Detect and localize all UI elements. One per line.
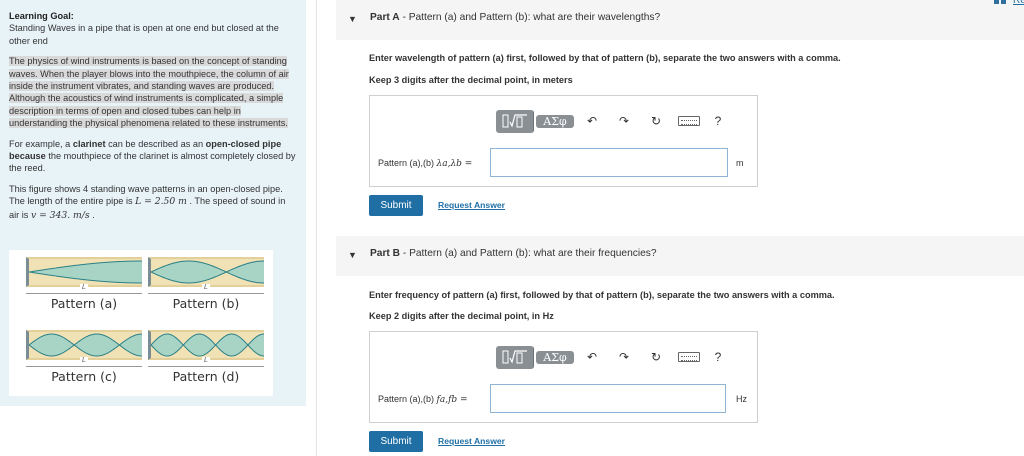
- reset-icon[interactable]: ↻: [642, 114, 670, 128]
- redo-icon[interactable]: ↷: [610, 114, 638, 128]
- wave-c-icon: [29, 333, 142, 357]
- part-a-request-answer-link[interactable]: Request Answer: [438, 200, 505, 210]
- intro-paragraph: The physics of wind instruments is based…: [9, 55, 296, 129]
- part-a-eq-label: Pattern (a),(b) λa,λb =: [378, 158, 472, 169]
- pattern-b: L Pattern (b): [148, 257, 264, 311]
- toolbar-group: [496, 345, 534, 369]
- help-icon[interactable]: ?: [704, 114, 732, 128]
- math-toolbar: ΑΣφ ↶ ↷ ↻ ?: [496, 109, 732, 133]
- panel-divider: [316, 0, 317, 456]
- clarinet-text-c: the mouthpiece of the clarinet is almost…: [9, 151, 296, 174]
- part-a-header[interactable]: ▼ Part A - Pattern (a) and Pattern (b): …: [336, 0, 1024, 40]
- corner-text[interactable]: Re: [1013, 0, 1024, 6]
- corner-link[interactable]: Re: [994, 0, 1024, 8]
- keyboard-icon[interactable]: [678, 116, 700, 126]
- part-b-answer-input[interactable]: [490, 384, 726, 413]
- part-b-question: - Pattern (a) and Pattern (b): what are …: [400, 248, 657, 259]
- part-a-answer-input[interactable]: [490, 148, 728, 177]
- radical-fraction-icon: [502, 350, 527, 364]
- clarinet-paragraph: For example, a clarinet can be described…: [9, 138, 296, 175]
- length-arrow: L: [148, 357, 264, 370]
- math-toolbar: ΑΣφ ↶ ↷ ↻ ?: [496, 345, 732, 369]
- corner-square-icon: [994, 0, 999, 4]
- pattern-c-label: Pattern (c): [51, 369, 117, 384]
- part-b-header[interactable]: ▼ Part B - Pattern (a) and Pattern (b): …: [336, 236, 1024, 276]
- length-arrow: L: [26, 284, 142, 297]
- part-b-eq-label: Pattern (a),(b) fa,fb =: [378, 394, 468, 405]
- sound-speed: v = 343. m/s: [30, 209, 90, 221]
- pipe-d: [148, 330, 264, 360]
- part-a-precision: Keep 3 digits after the decimal point, i…: [369, 75, 573, 85]
- undo-icon[interactable]: ↶: [578, 350, 606, 364]
- figure-text-c: .: [89, 209, 95, 220]
- help-icon[interactable]: ?: [704, 350, 732, 364]
- part-b-precision: Keep 2 digits after the decimal point, i…: [369, 311, 554, 321]
- wave-d-icon: [151, 333, 264, 357]
- pipe-a: [26, 257, 142, 287]
- learning-goal-text: Standing Waves in a pipe that is open at…: [9, 23, 279, 46]
- part-b-submit-button[interactable]: Submit: [369, 431, 423, 452]
- part-a-answer-box: ΑΣφ ↶ ↷ ↻ ? Pattern (a),(b) λa,λb = m: [369, 95, 758, 187]
- part-a-question: - Pattern (a) and Pattern (b): what are …: [399, 12, 661, 23]
- templates-button[interactable]: [496, 345, 534, 369]
- corner-square-icon: [1001, 0, 1006, 4]
- length-symbol: L: [80, 284, 88, 291]
- length-arrow: L: [26, 357, 142, 370]
- wave-b-icon: [151, 260, 264, 284]
- templates-button[interactable]: [496, 109, 534, 133]
- part-a-prefix: Part A: [370, 12, 400, 23]
- part-a-eq-vars: λa,λb =: [436, 159, 473, 169]
- part-a-eq-text: Pattern (a),(b): [378, 158, 435, 168]
- clarinet-text-a: For example, a: [9, 138, 73, 149]
- keyboard-icon[interactable]: [678, 352, 700, 362]
- part-a-submit-button[interactable]: Submit: [369, 195, 423, 216]
- part-b-prefix: Part B: [370, 248, 401, 259]
- part-b-instruction: Enter frequency of pattern (a) first, fo…: [369, 290, 835, 300]
- symbols-button[interactable]: ΑΣφ: [536, 114, 574, 128]
- pattern-b-label: Pattern (b): [172, 296, 240, 311]
- length-arrow: L: [148, 284, 264, 297]
- part-a-title: Part A - Pattern (a) and Pattern (b): wh…: [370, 12, 660, 23]
- intro-text: The physics of wind instruments is based…: [9, 56, 289, 129]
- pattern-c: L Pattern (c): [26, 330, 142, 384]
- collapse-triangle-icon[interactable]: ▼: [348, 250, 357, 260]
- pattern-d: L Pattern (d): [148, 330, 264, 384]
- pipe-c: [26, 330, 142, 360]
- part-b-unit: Hz: [736, 394, 747, 404]
- radical-fraction-icon: [502, 114, 527, 128]
- collapse-triangle-icon[interactable]: ▼: [348, 14, 357, 24]
- part-b-eq-text: Pattern (a),(b): [378, 394, 435, 404]
- pattern-a: L Pattern (a): [26, 257, 142, 311]
- redo-icon[interactable]: ↷: [610, 350, 638, 364]
- length-symbol: L: [202, 284, 210, 291]
- part-b-request-answer-link[interactable]: Request Answer: [438, 436, 505, 446]
- clarinet-word: clarinet: [72, 138, 106, 149]
- clarinet-text-b: can be described as an: [105, 138, 206, 149]
- part-b-answer-box: ΑΣφ ↶ ↷ ↻ ? Pattern (a),(b) fa,fb = Hz: [369, 331, 758, 423]
- standing-waves-figure: L Pattern (a) L Pattern (b) L Pattern (c…: [9, 250, 273, 396]
- part-a-instruction: Enter wavelength of pattern (a) first, f…: [369, 53, 841, 63]
- length-symbol: L: [80, 357, 88, 364]
- toolbar-group: [496, 109, 534, 133]
- reset-icon[interactable]: ↻: [642, 350, 670, 364]
- learning-goal-title: Learning Goal:: [9, 11, 74, 21]
- pattern-a-label: Pattern (a): [50, 296, 118, 311]
- figure-description: This figure shows 4 standing wave patter…: [9, 183, 296, 222]
- length-symbol: L: [202, 357, 210, 364]
- part-b-eq-vars: fa,fb =: [436, 395, 468, 405]
- pipe-length: L = 2.50 m: [135, 196, 187, 208]
- undo-icon[interactable]: ↶: [578, 114, 606, 128]
- pattern-d-label: Pattern (d): [172, 369, 240, 384]
- part-b-title: Part B - Pattern (a) and Pattern (b): wh…: [370, 248, 657, 259]
- pipe-b: [148, 257, 264, 287]
- part-a-unit: m: [736, 158, 744, 168]
- wave-a-icon: [29, 260, 142, 284]
- symbols-button[interactable]: ΑΣφ: [536, 350, 574, 364]
